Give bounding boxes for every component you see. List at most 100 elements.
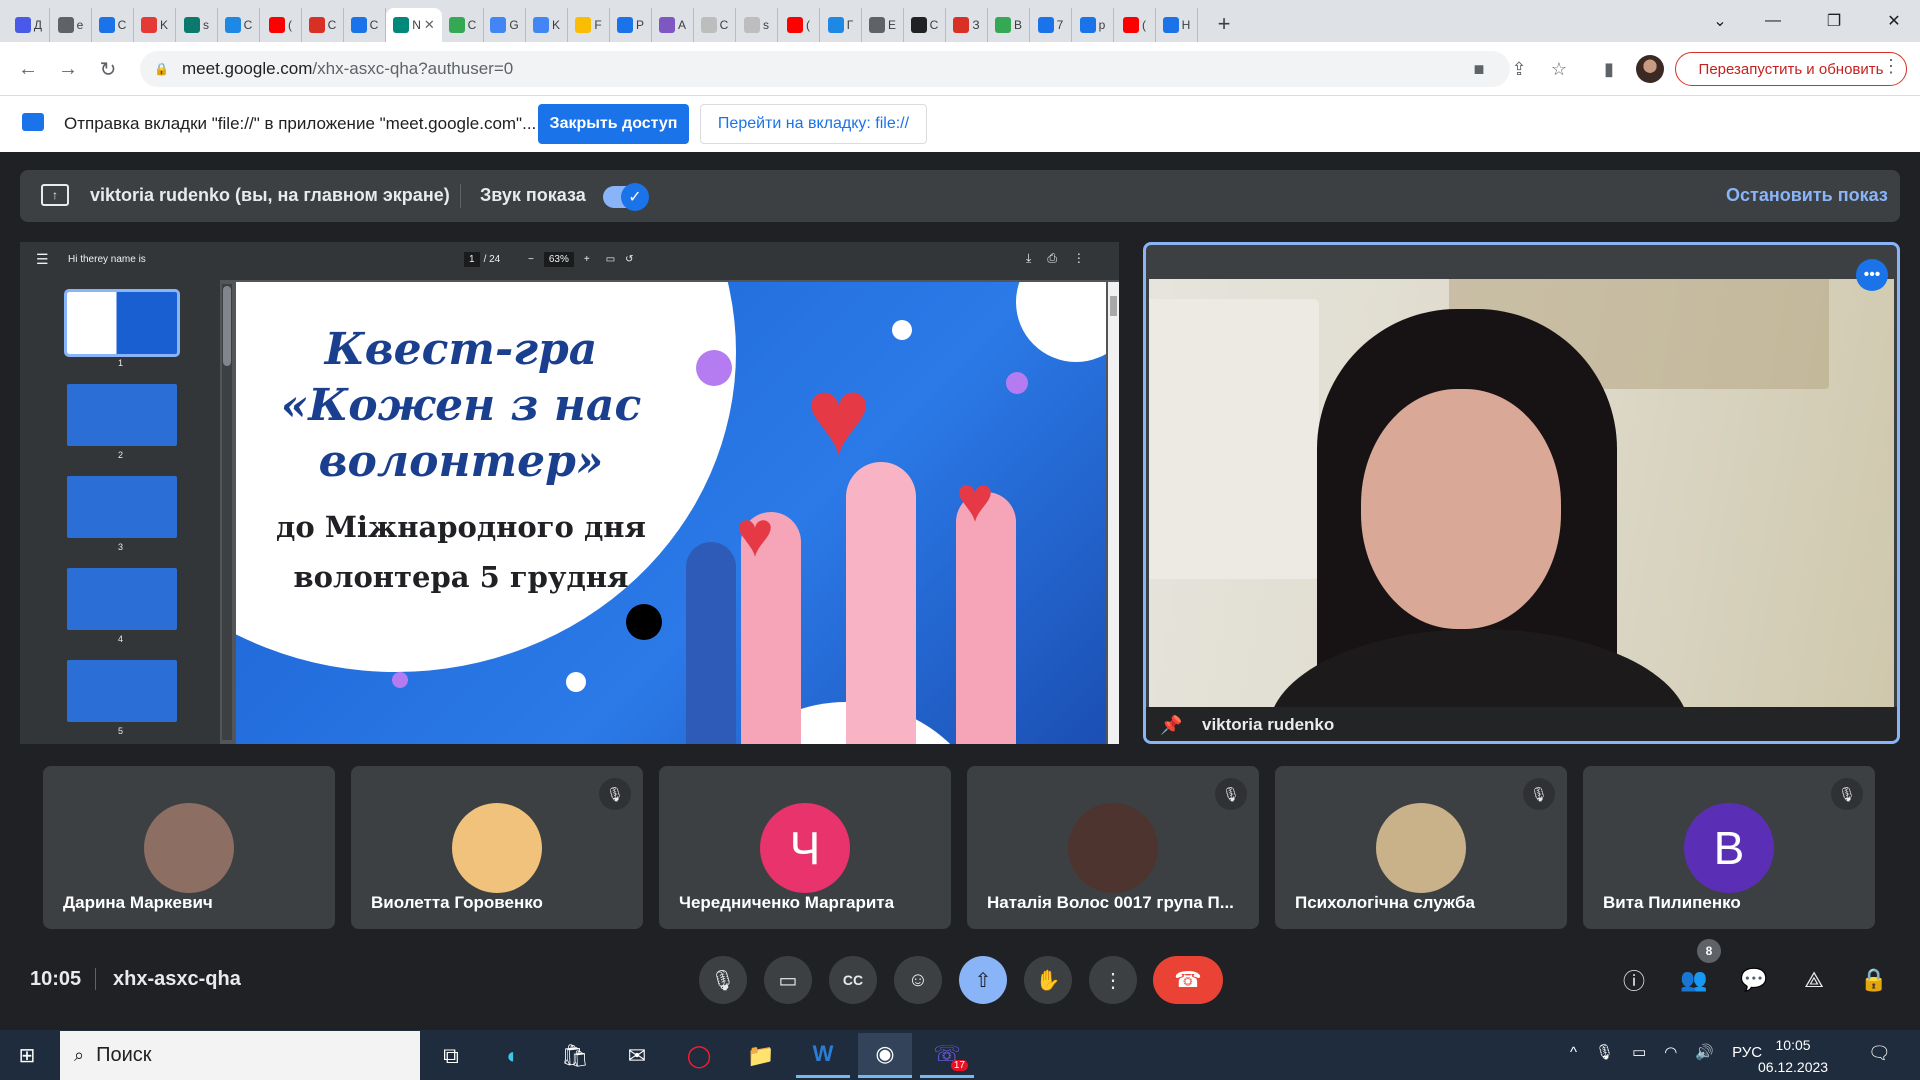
chrome-icon[interactable]: ◉: [858, 1033, 912, 1078]
taskbar-search[interactable]: ⌕ Поиск: [60, 1031, 420, 1080]
opera-icon[interactable]: ◯: [672, 1033, 726, 1078]
browser-tab[interactable]: G: [484, 8, 526, 42]
store-icon[interactable]: 🛍: [548, 1033, 602, 1078]
restart-update-button[interactable]: Перезапустить и обновить: [1675, 52, 1907, 86]
browser-tab[interactable]: s: [736, 8, 778, 42]
share-icon[interactable]: ⇪: [1506, 56, 1532, 82]
volume-icon[interactable]: 🔊: [1695, 1043, 1714, 1061]
pdf-thumbnail[interactable]: [67, 660, 177, 722]
browser-tab[interactable]: (: [260, 8, 302, 42]
wifi-icon[interactable]: ◠: [1664, 1043, 1677, 1061]
windows-start-icon[interactable]: ⊞: [12, 1040, 42, 1070]
pdf-thumbnail[interactable]: [67, 568, 177, 630]
browser-tab[interactable]: З: [946, 8, 988, 42]
print-icon[interactable]: ⎙: [1047, 251, 1057, 266]
edge-icon[interactable]: ◐: [486, 1033, 540, 1078]
browser-tab[interactable]: (: [1114, 8, 1156, 42]
pdf-scroll-grip[interactable]: [1110, 296, 1117, 316]
captions-button[interactable]: CC: [829, 956, 877, 1004]
pdf-menu-icon[interactable]: ☰: [36, 251, 49, 268]
activities-icon[interactable]: ⟁: [1796, 962, 1832, 998]
reload-button[interactable]: ↻: [92, 53, 124, 85]
task-view-icon[interactable]: ⧉: [424, 1033, 478, 1078]
browser-tab[interactable]: Д: [8, 8, 50, 42]
notifications-icon[interactable]: 🗨: [1868, 1043, 1891, 1064]
participant-tile[interactable]: 🎙 Психологічна служба: [1275, 766, 1567, 929]
browser-tab[interactable]: В: [988, 8, 1030, 42]
participant-tile[interactable]: 🎙 Наталія Волос 0017 група П...: [967, 766, 1259, 929]
pdf-thumbnail[interactable]: [67, 384, 177, 446]
browser-tab[interactable]: s: [176, 8, 218, 42]
pdf-scrollbar[interactable]: [1108, 282, 1119, 744]
more-menu-icon[interactable]: ⋮: [1882, 56, 1900, 77]
pdf-page-input[interactable]: 1: [464, 252, 480, 267]
share-audio-toggle[interactable]: ✓: [603, 183, 649, 211]
stop-sharing-button[interactable]: Закрыть доступ: [538, 104, 689, 144]
microphone-button[interactable]: 🎙: [699, 956, 747, 1004]
camera-button[interactable]: ▭: [764, 956, 812, 1004]
chat-icon[interactable]: 💬: [1736, 962, 1772, 998]
pin-icon[interactable]: 📌: [1160, 715, 1182, 736]
profile-avatar[interactable]: [1636, 55, 1664, 83]
participant-tile[interactable]: 🎙 Виолетта Горовенко: [351, 766, 643, 929]
mail-icon[interactable]: ✉: [610, 1033, 664, 1078]
minimize-button[interactable]: —: [1747, 0, 1799, 42]
browser-tab[interactable]: С: [218, 8, 260, 42]
viber-icon[interactable]: ☏ 17: [920, 1033, 974, 1078]
host-controls-icon[interactable]: 🔒: [1856, 962, 1892, 998]
word-icon[interactable]: W: [796, 1033, 850, 1078]
browser-tab[interactable]: e: [50, 8, 92, 42]
zoom-out-icon[interactable]: −: [528, 254, 534, 265]
close-tab-icon[interactable]: ✕: [424, 17, 435, 33]
tray-overflow-icon[interactable]: ^: [1570, 1044, 1577, 1061]
browser-tab[interactable]: K: [134, 8, 176, 42]
thumbnail-scroll-grip[interactable]: [223, 286, 231, 366]
pdf-thumbnail[interactable]: [64, 289, 180, 357]
participant-tile[interactable]: В 🎙 Вита Пилипенко: [1583, 766, 1875, 929]
mic-tray-icon[interactable]: 🎙: [1595, 1043, 1614, 1061]
thumbnail-scrollbar[interactable]: [222, 284, 232, 740]
leave-call-button[interactable]: ☎: [1153, 956, 1223, 1004]
browser-tab[interactable]: 7: [1030, 8, 1072, 42]
people-icon[interactable]: 👥: [1676, 962, 1712, 998]
browser-tab[interactable]: р: [1072, 8, 1114, 42]
tile-options-icon[interactable]: •••: [1856, 259, 1888, 291]
forward-button[interactable]: →: [52, 53, 84, 85]
browser-tab[interactable]: С: [904, 8, 946, 42]
new-tab-button[interactable]: +: [1208, 8, 1240, 40]
browser-tab[interactable]: С: [694, 8, 736, 42]
browser-tab[interactable]: K: [526, 8, 568, 42]
stop-presenting-button[interactable]: Остановить показ: [1726, 185, 1888, 206]
browser-tab[interactable]: N ✕: [386, 8, 442, 42]
restore-button[interactable]: ❐: [1808, 0, 1860, 42]
reactions-button[interactable]: ☺: [894, 956, 942, 1004]
zoom-in-icon[interactable]: +: [584, 254, 590, 265]
pdf-more-icon[interactable]: ⋮: [1073, 251, 1085, 266]
pdf-zoom-value[interactable]: 63%: [543, 252, 574, 267]
pdf-thumbnail[interactable]: [67, 476, 177, 538]
tab-search-icon[interactable]: ⌄: [1694, 0, 1746, 42]
browser-tab[interactable]: С: [302, 8, 344, 42]
browser-tab[interactable]: E: [862, 8, 904, 42]
download-icon[interactable]: ⤓: [1026, 251, 1031, 266]
camera-indicator-icon[interactable]: ■: [1466, 56, 1492, 82]
file-explorer-icon[interactable]: 📁: [734, 1033, 788, 1078]
present-now-button[interactable]: ⇧: [959, 956, 1007, 1004]
browser-tab[interactable]: (: [778, 8, 820, 42]
browser-tab[interactable]: С: [442, 8, 484, 42]
browser-tab[interactable]: С: [344, 8, 386, 42]
browser-tab[interactable]: P: [610, 8, 652, 42]
side-panel-icon[interactable]: ▮: [1596, 56, 1622, 82]
participant-tile[interactable]: Дарина Маркевич: [43, 766, 335, 929]
meeting-details-icon[interactable]: ⓘ: [1616, 962, 1652, 998]
switch-to-tab-button[interactable]: Перейти на вкладку: file://: [700, 104, 927, 144]
browser-tab[interactable]: A: [652, 8, 694, 42]
browser-tab[interactable]: F: [568, 8, 610, 42]
browser-tab[interactable]: Н: [1156, 8, 1198, 42]
close-window-button[interactable]: ✕: [1868, 0, 1920, 42]
bookmark-star-icon[interactable]: ☆: [1546, 56, 1572, 82]
rotate-icon[interactable]: ↺: [625, 254, 633, 265]
taskbar-clock[interactable]: 10:05 06.12.2023: [1758, 1034, 1828, 1078]
participant-tile[interactable]: Ч Чередниченко Маргарита: [659, 766, 951, 929]
battery-icon[interactable]: ▭: [1632, 1043, 1646, 1061]
